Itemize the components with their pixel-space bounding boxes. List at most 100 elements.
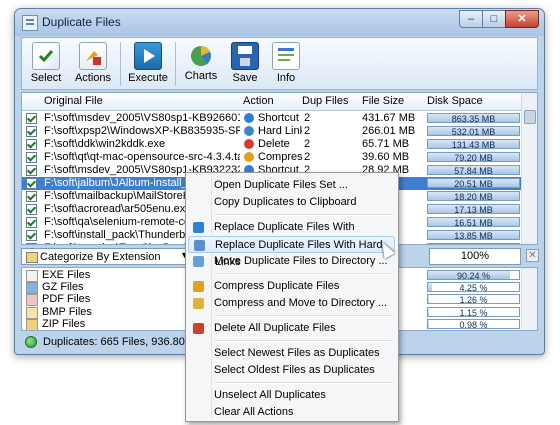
select-button[interactable]: Select xyxy=(25,40,67,88)
charts-button[interactable]: Charts xyxy=(180,40,222,88)
menu-item-label: Delete All Duplicate Files xyxy=(214,322,336,334)
row-checkbox[interactable] xyxy=(26,178,37,189)
table-row[interactable]: F:\soft\ddk\win2kddk.exe Delete 2 65.71 MB 1… xyxy=(22,138,522,151)
categorize-select[interactable]: Categorize By Extension ▼ xyxy=(21,248,193,265)
file-type-icon xyxy=(26,294,38,307)
compress-move-icon xyxy=(193,298,204,309)
category-scrollbar[interactable] xyxy=(521,268,537,330)
shortcut-icon xyxy=(193,222,204,233)
menu-separator xyxy=(214,340,393,342)
action-cell: Delete xyxy=(258,138,290,150)
save-button[interactable]: Save xyxy=(227,40,263,88)
column-dup-files[interactable]: Dup Files xyxy=(302,95,348,107)
menu-item[interactable]: Compress and Move to Directory ... xyxy=(188,295,395,312)
row-checkbox[interactable] xyxy=(26,126,37,137)
category-name: BMP Files xyxy=(42,305,92,318)
window-title: Duplicate Files xyxy=(42,15,121,29)
info-button[interactable]: Info xyxy=(269,40,303,88)
row-checkbox[interactable] xyxy=(26,139,37,150)
menu-item[interactable]: Clear All Actions xyxy=(188,404,395,421)
disk-space-bar: 18.20 MB xyxy=(427,191,520,202)
minimize-button[interactable]: – xyxy=(459,10,483,28)
row-checkbox[interactable] xyxy=(26,243,37,244)
menu-separator xyxy=(214,382,393,384)
action-icon xyxy=(244,152,254,162)
category-percent-fill xyxy=(428,319,429,328)
menu-item-label: Compress and Move to Directory ... xyxy=(214,297,388,309)
menu-item[interactable]: Open Duplicate Files Set ... xyxy=(188,177,395,194)
category-percent: 90.24 % xyxy=(456,271,491,280)
category-icon xyxy=(26,252,38,263)
pie-chart-icon xyxy=(188,42,214,68)
disk-space-bar: 532.01 MB xyxy=(427,126,520,137)
file-size-cell: 39.60 MB xyxy=(362,151,410,163)
category-percent-bar: 1.26 % xyxy=(427,294,520,305)
file-type-icon xyxy=(26,282,38,295)
menu-item[interactable]: Replace Duplicate Files With Hard Links xyxy=(188,236,395,268)
vertical-scrollbar[interactable] xyxy=(521,93,537,244)
title-bar[interactable]: Duplicate Files – □ ✕ xyxy=(15,9,544,36)
menu-item[interactable]: Select Oldest Files as Duplicates xyxy=(188,362,395,379)
file-type-icon xyxy=(26,306,38,319)
category-percent-fill xyxy=(428,307,430,316)
disk-space-bar: 13.85 MB xyxy=(427,230,520,241)
floppy-disk-icon xyxy=(231,42,259,70)
menu-item-label: Select Newest Files as Duplicates xyxy=(214,347,380,359)
category-percent-bar: 1.15 % xyxy=(427,306,520,317)
disk-space-bar: 16.51 MB xyxy=(427,217,520,228)
action-cell: Compress xyxy=(258,151,302,163)
row-checkbox[interactable] xyxy=(26,230,37,241)
menu-item-label: Open Duplicate Files Set ... xyxy=(214,179,348,191)
table-row[interactable]: F:\soft\qt\qt-mac-opensource-src-4.3.4.t… xyxy=(22,151,522,164)
close-category-button[interactable]: ✕ xyxy=(526,249,539,262)
play-icon xyxy=(134,42,162,70)
dup-files-cell: 2 xyxy=(304,125,311,137)
file-size-cell: 266.01 MB xyxy=(362,125,416,137)
maximize-button[interactable]: □ xyxy=(482,10,506,28)
hard-link-icon xyxy=(194,240,205,251)
category-percent-bar: 4.25 % xyxy=(427,282,520,293)
menu-separator xyxy=(214,214,393,216)
menu-item[interactable]: Delete All Duplicate Files xyxy=(188,320,395,337)
actions-button[interactable]: Actions xyxy=(71,40,115,88)
menu-item-label: Copy Duplicates to Clipboard xyxy=(214,196,357,208)
menu-item[interactable]: Copy Duplicates to Clipboard xyxy=(188,194,395,211)
file-size-cell: 431.67 MB xyxy=(362,112,416,124)
toolbar-separator xyxy=(175,42,176,86)
execute-label: Execute xyxy=(128,72,168,84)
row-checkbox[interactable] xyxy=(26,152,37,163)
column-disk-space[interactable]: Disk Space xyxy=(427,95,483,107)
menu-item[interactable]: Unselect All Duplicates xyxy=(188,387,395,404)
close-button[interactable]: ✕ xyxy=(505,10,539,28)
action-icon xyxy=(244,126,254,136)
table-row[interactable]: F:\soft\msdev_2005\VS80sp1-KB926601-X8..… xyxy=(22,112,522,125)
category-name: PDF Files xyxy=(42,293,91,306)
row-checkbox[interactable] xyxy=(26,217,37,228)
row-checkbox[interactable] xyxy=(26,204,37,215)
column-original-file[interactable]: Original File xyxy=(44,95,103,107)
file-type-icon xyxy=(26,270,38,282)
row-checkbox[interactable] xyxy=(26,165,37,176)
category-percent-fill xyxy=(428,295,430,304)
dup-files-cell: 2 xyxy=(304,138,311,150)
menu-separator xyxy=(214,315,393,317)
row-checkbox[interactable] xyxy=(26,191,37,202)
charts-label: Charts xyxy=(184,70,218,82)
execute-button[interactable]: Execute xyxy=(125,40,171,88)
menu-item[interactable]: Select Newest Files as Duplicates xyxy=(188,345,395,362)
table-row[interactable]: F:\soft\xpsp2\WindowsXP-KB835935-SP2-...… xyxy=(22,125,522,138)
row-checkbox[interactable] xyxy=(26,113,37,124)
menu-item[interactable]: Move Duplicate Files to Directory ... xyxy=(188,253,395,270)
categorize-select-value: Categorize By Extension xyxy=(40,251,161,263)
move-icon xyxy=(193,256,204,267)
disk-space-bar: 57.84 MB xyxy=(427,165,520,176)
menu-separator xyxy=(214,273,393,275)
disk-space-bar: 79.20 MB xyxy=(427,152,520,163)
menu-item[interactable]: Compress Duplicate Files xyxy=(188,278,395,295)
category-percent: 1.26 % xyxy=(459,295,488,305)
menu-item[interactable]: Replace Duplicate Files With Shortcuts xyxy=(188,219,395,250)
file-type-icon xyxy=(26,318,38,330)
column-action[interactable]: Action xyxy=(243,95,274,107)
column-file-size[interactable]: File Size xyxy=(362,95,404,107)
scrollbar-thumb[interactable] xyxy=(524,110,536,124)
